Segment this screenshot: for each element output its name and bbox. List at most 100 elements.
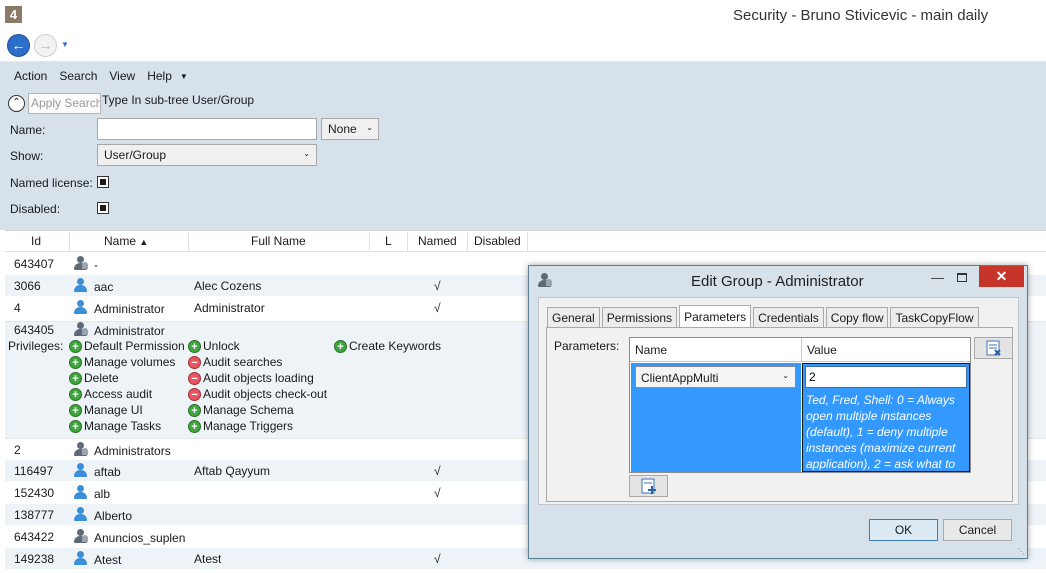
row-id: 643405 <box>14 323 55 337</box>
name-mode-value: None <box>328 122 357 136</box>
tab-strip: General Permissions Parameters Credentia… <box>547 305 981 328</box>
privilege-item: + Unlock <box>188 339 240 353</box>
disabled-checkbox[interactable] <box>97 202 109 214</box>
back-arrow-icon[interactable]: ← <box>7 34 30 57</box>
user-icon <box>73 485 89 500</box>
row-full-name: Alec Cozens <box>194 279 262 293</box>
nav-history-dropdown-icon[interactable]: ▼ <box>61 40 69 49</box>
row-full-name: Administrator <box>194 301 265 315</box>
user-icon <box>73 507 89 522</box>
tab-general[interactable]: General <box>547 307 600 328</box>
users-icon <box>537 273 553 288</box>
row-named-check: √ <box>434 464 441 478</box>
tab-parameters[interactable]: Parameters <box>679 305 752 327</box>
resize-grip-icon[interactable]: ⋱ <box>1017 547 1025 556</box>
row-named-check: √ <box>434 279 441 293</box>
forward-arrow-icon[interactable]: → <box>34 34 57 57</box>
tab-permissions[interactable]: Permissions <box>601 307 678 328</box>
privilege-item: + Manage Triggers <box>188 419 293 433</box>
row-id: 149238 <box>14 552 55 566</box>
apply-search-button[interactable]: Apply Search <box>28 93 101 114</box>
disabled-label: Disabled: <box>10 202 61 216</box>
menu-search[interactable]: Search <box>53 66 103 88</box>
name-label: Name: <box>10 123 46 137</box>
row-name: Administrator <box>94 302 165 316</box>
row-id: 643422 <box>14 530 55 544</box>
plus-icon: + <box>334 339 347 353</box>
param-name-select[interactable]: ClientAppMulti ⌄ <box>635 366 796 388</box>
show-value: User/Group <box>104 148 167 162</box>
privilege-item: − Audit searches <box>188 355 282 369</box>
parameters-label: Parameters: <box>554 339 620 353</box>
row-id: 138777 <box>14 508 55 522</box>
minimize-icon[interactable]: — <box>931 270 944 285</box>
param-value-input[interactable] <box>805 366 967 388</box>
tab-credentials[interactable]: Credentials <box>753 307 824 328</box>
close-icon[interactable]: ✕ <box>979 266 1024 287</box>
privilege-item: + Access audit <box>69 387 152 401</box>
name-mode-select[interactable]: None ⌄ <box>321 118 379 140</box>
named-license-label: Named license: <box>10 176 93 190</box>
menu-overflow-icon[interactable]: ▼ <box>178 66 188 88</box>
remove-parameter-icon <box>986 340 1001 356</box>
plus-icon: + <box>188 403 201 417</box>
row-id: 3066 <box>14 279 41 293</box>
column-param-name[interactable]: Name <box>630 338 802 362</box>
menu-help[interactable]: Help <box>141 66 178 88</box>
show-label: Show: <box>10 149 44 163</box>
parameters-table: Name Value ClientAppMulti ⌄ Ted, Fred, S… <box>629 337 971 473</box>
tab-task-copy-flow[interactable]: TaskCopyFlow <box>890 307 979 328</box>
dialog-title-bar[interactable]: Edit Group - Administrator — ✕ <box>529 266 1027 297</box>
minus-icon: − <box>188 387 201 401</box>
column-name[interactable]: Name ▲ <box>104 234 148 248</box>
column-id[interactable]: Id <box>31 234 41 248</box>
user-icon <box>73 551 89 566</box>
group-icon <box>73 529 89 544</box>
row-id: 116497 <box>14 464 54 478</box>
named-license-checkbox[interactable] <box>97 176 109 188</box>
column-l[interactable]: L <box>385 234 392 248</box>
column-name-label: Name <box>104 234 137 248</box>
edit-group-dialog: Edit Group - Administrator — ✕ General P… <box>528 265 1028 559</box>
row-name: aftab <box>94 465 121 479</box>
plus-icon: + <box>69 371 82 385</box>
row-id: 152430 <box>14 486 55 500</box>
menu-view[interactable]: View <box>103 66 141 88</box>
maximize-icon[interactable] <box>957 273 967 282</box>
row-id: 643407 <box>14 257 55 271</box>
column-param-value[interactable]: Value <box>802 338 970 362</box>
ok-button[interactable]: OK <box>869 519 938 541</box>
chevron-down-icon: ⌄ <box>303 149 310 158</box>
name-input[interactable] <box>97 118 317 140</box>
param-value-cell[interactable]: Ted, Fred, Shell: 0 = Always open multip… <box>802 363 970 472</box>
tab-copy-flow[interactable]: Copy flow <box>825 307 889 328</box>
column-named[interactable]: Named <box>418 234 457 248</box>
plus-icon: + <box>69 355 82 369</box>
grid-header: Id Name ▲ Full Name L Named Disabled <box>5 231 1046 252</box>
privilege-item: + Manage Tasks <box>69 419 161 433</box>
chevron-down-icon: ⌄ <box>782 371 789 380</box>
dialog-body: General Permissions Parameters Credentia… <box>538 297 1019 505</box>
row-named-check: √ <box>434 552 441 566</box>
row-id: 2 <box>14 443 21 457</box>
collapse-panel-icon[interactable]: ⌃ <box>8 95 25 112</box>
privilege-item: + Manage UI <box>69 403 143 417</box>
app-icon: 4 <box>5 6 22 23</box>
param-name-cell[interactable]: ClientAppMulti ⌄ <box>631 363 801 472</box>
row-named-check: √ <box>434 486 441 500</box>
row-name: aac <box>94 280 114 294</box>
menu-action[interactable]: Action <box>8 66 53 88</box>
remove-parameter-button[interactable] <box>974 337 1013 359</box>
add-parameter-button[interactable] <box>629 475 668 497</box>
row-full-name: Aftab Qayyum <box>194 464 271 478</box>
column-full-name[interactable]: Full Name <box>251 234 306 248</box>
minus-icon: − <box>188 371 201 385</box>
row-name: - <box>94 258 98 272</box>
column-disabled[interactable]: Disabled <box>474 234 521 248</box>
show-select[interactable]: User/Group ⌄ <box>97 144 317 166</box>
row-name: Administrators <box>94 444 171 458</box>
cancel-button[interactable]: Cancel <box>943 519 1012 541</box>
parameters-tab-content: Parameters: Name Value ClientAppMulti ⌄ … <box>546 327 1013 502</box>
group-icon <box>73 256 89 271</box>
row-name: Administrator <box>94 324 165 338</box>
